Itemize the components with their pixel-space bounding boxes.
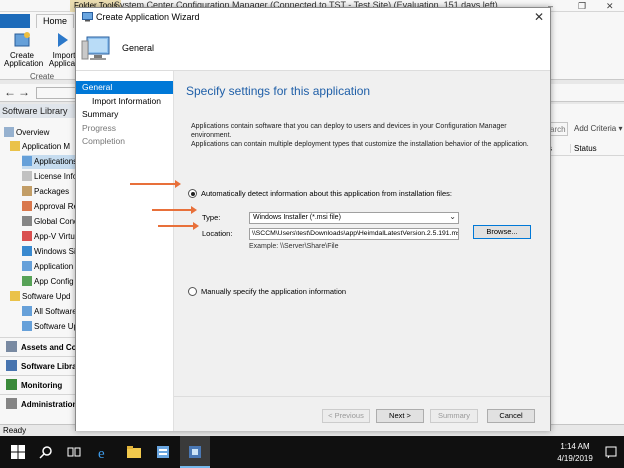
type-label: Type: <box>202 213 221 222</box>
taskbar-active-app[interactable] <box>180 436 210 468</box>
annotation-arrow-auto-detect <box>130 180 181 188</box>
location-label: Location: <box>202 229 233 238</box>
wizard-header: General <box>76 27 550 71</box>
edge-browser-icon[interactable]: e <box>96 444 112 460</box>
auto-detect-label[interactable]: Automatically detect information about t… <box>201 189 452 198</box>
annotation-arrow-location <box>158 222 199 230</box>
svg-text:e: e <box>98 446 105 460</box>
windows-start-icon[interactable] <box>10 444 26 460</box>
wizard-header-title: General <box>122 43 155 53</box>
page-title: Specify settings for this application <box>186 84 371 98</box>
file-explorer-icon[interactable] <box>126 444 142 460</box>
wizard-title: Create Application Wizard <box>96 12 200 22</box>
auto-detect-radio[interactable] <box>188 189 197 198</box>
location-input[interactable]: \\SCCM\Users\test\Downloads\app\HeimdalL… <box>249 228 459 240</box>
windows-taskbar: e 1:14 AM 4/19/2019 <box>0 436 624 468</box>
server-manager-icon[interactable] <box>155 444 171 460</box>
clock-date[interactable]: 4/19/2019 <box>553 454 597 463</box>
wizard-app-icon <box>82 12 93 22</box>
task-view-icon[interactable] <box>66 444 82 460</box>
chevron-down-icon: ⌄ <box>449 212 456 221</box>
wizard-step-progress: Progress <box>82 123 117 133</box>
description-line-2: Applications can contain multiple deploy… <box>191 141 529 148</box>
wizard-step-import-information[interactable]: Import Information <box>76 95 173 108</box>
wizard-footer: < Previous Next > Summary Cancel <box>174 396 550 431</box>
wizard-step-general[interactable]: General <box>76 81 173 94</box>
location-example: Example: \\Server\Share\File <box>249 243 339 250</box>
wizard-titlebar: Create Application Wizard ✕ <box>76 8 550 27</box>
clock-time[interactable]: 1:14 AM <box>555 442 595 451</box>
next-button[interactable]: Next > <box>376 409 424 423</box>
type-dropdown[interactable]: Windows Installer (*.msi file) ⌄ <box>249 212 459 224</box>
wizard-step-summary[interactable]: Summary <box>76 108 173 121</box>
search-icon[interactable] <box>38 444 54 460</box>
description-line-1: Applications contain software that you c… <box>191 123 507 139</box>
cancel-button[interactable]: Cancel <box>487 409 535 423</box>
page-description: Applications contain software that you c… <box>191 122 541 149</box>
configuration-manager-icon <box>189 446 201 458</box>
type-selected-value: Windows Installer (*.msi file) <box>253 214 341 221</box>
browse-button[interactable]: Browse... <box>473 225 531 239</box>
manual-specify-label[interactable]: Manually specify the application informa… <box>201 287 346 296</box>
annotation-arrow-type <box>152 206 197 214</box>
create-application-wizard: Create Application Wizard ✕ General Gene… <box>75 7 551 431</box>
previous-button[interactable]: < Previous <box>322 409 370 423</box>
notifications-icon[interactable] <box>603 444 619 460</box>
wizard-content: Specify settings for this application Ap… <box>174 71 550 396</box>
close-icon[interactable]: ✕ <box>534 10 544 24</box>
manual-specify-radio[interactable] <box>188 287 197 296</box>
computer-icon <box>81 36 110 60</box>
wizard-step-completion: Completion <box>82 136 125 146</box>
wizard-steps: General Import Information Summary Progr… <box>76 71 174 431</box>
summary-button[interactable]: Summary <box>430 409 478 423</box>
